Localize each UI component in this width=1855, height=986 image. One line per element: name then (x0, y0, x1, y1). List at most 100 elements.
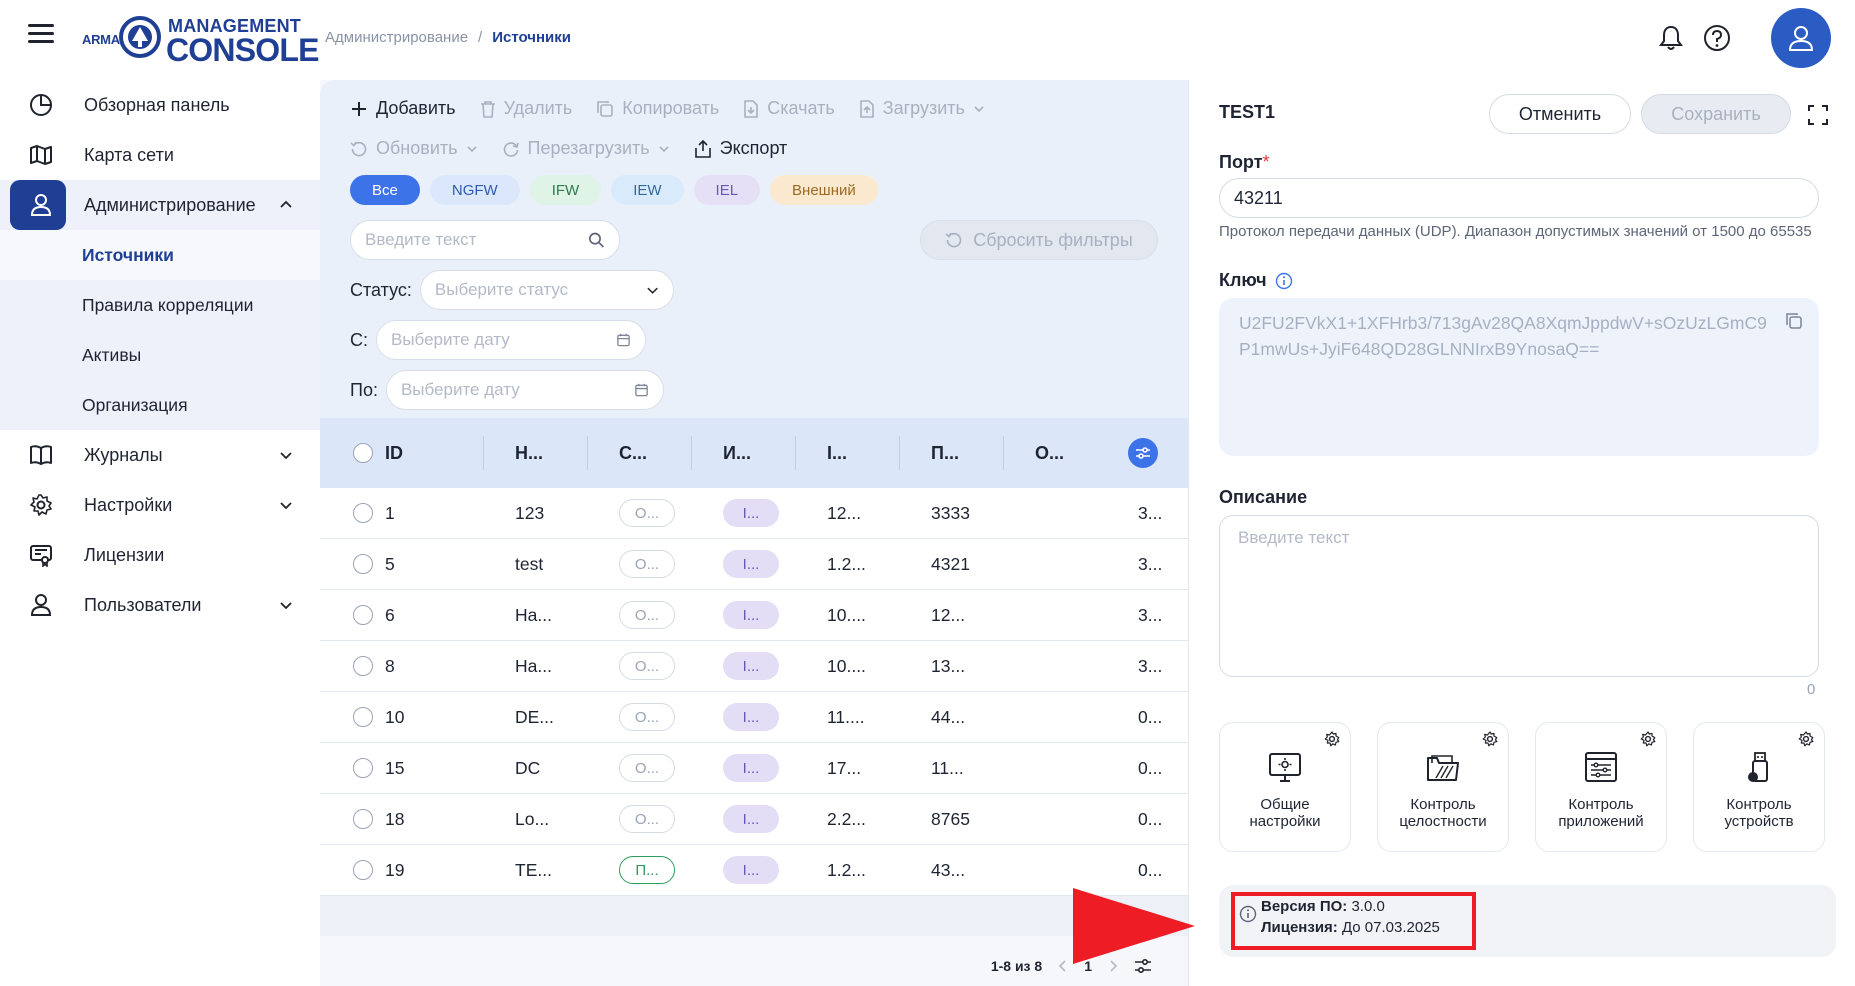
sidebar-subitem-sources[interactable]: Источники (0, 230, 320, 280)
download-button[interactable]: Скачать (743, 98, 835, 119)
folder-check-icon (1427, 755, 1459, 781)
from-date-input[interactable] (391, 330, 616, 350)
select-all-checkbox[interactable] (353, 418, 373, 488)
bell-icon[interactable] (1655, 22, 1687, 54)
sidebar-item-administration[interactable]: Администрирование (0, 180, 320, 230)
gear-icon[interactable] (1640, 731, 1656, 747)
gear-icon[interactable] (1798, 731, 1814, 747)
row-checkbox[interactable] (353, 641, 373, 691)
sidebar-subitem-correlation-rules[interactable]: Правила корреляции (0, 280, 320, 330)
table-row[interactable]: 15 DC О... I... 17... 11... 0... (320, 743, 1188, 794)
chip-ngfw[interactable]: NGFW (429, 175, 520, 205)
sidebar-item-journals[interactable]: Журналы (0, 430, 320, 480)
sidebar-item-settings[interactable]: Настройки (0, 480, 320, 530)
breadcrumb-administration[interactable]: Администрирование (325, 29, 468, 46)
table-row[interactable]: 5 test О... I... 1.2... 4321 3... (320, 539, 1188, 590)
table-row[interactable]: 19 TE... П... I... 1.2... 43... 0... (320, 845, 1188, 896)
row-checkbox[interactable] (353, 488, 373, 538)
table-row[interactable]: 18 Lo... О... I... 2.2... 8765 0... (320, 794, 1188, 845)
column-header-name[interactable]: Н... (515, 418, 543, 488)
key-value[interactable]: U2FU2FVkX1+1XFHrb3/713gAv28QA8XqmJppdwV+… (1239, 313, 1767, 359)
port-field[interactable]: 43211 (1219, 178, 1819, 218)
column-header-status[interactable]: С... (619, 418, 647, 488)
table-row[interactable]: 6 На... О... I... 10.... 12... 3... (320, 590, 1188, 641)
table-row[interactable]: 8 На... О... I... 10.... 13... 3... (320, 641, 1188, 692)
column-header-port[interactable]: П... (931, 418, 959, 488)
sources-list-panel: Добавить Удалить Копировать Скачать Загр… (320, 80, 1188, 986)
search-icon[interactable] (588, 231, 605, 249)
to-date-picker[interactable] (385, 370, 664, 410)
add-button[interactable]: Добавить (350, 98, 456, 119)
to-date-input[interactable] (400, 380, 634, 400)
hamburger-menu-icon[interactable] (28, 24, 54, 46)
row-checkbox[interactable] (353, 743, 373, 793)
table-row[interactable]: 10 DE... О... I... 11.... 44... 0... (320, 692, 1188, 743)
description-textarea[interactable] (1219, 515, 1819, 677)
column-header-other[interactable]: О... (1035, 418, 1064, 488)
help-icon[interactable] (1701, 22, 1733, 54)
refresh-button[interactable]: Обновить (350, 138, 478, 159)
gear-icon[interactable] (1482, 731, 1498, 747)
status-select-input[interactable] (434, 280, 646, 300)
copy-icon[interactable] (1785, 312, 1803, 330)
row-checkbox[interactable] (353, 845, 373, 895)
copy-label: Копировать (622, 98, 720, 118)
column-header-type[interactable]: И... (723, 418, 751, 488)
calendar-icon[interactable] (616, 332, 631, 348)
chip-external[interactable]: Внешний (770, 175, 878, 205)
chip-iew[interactable]: IEW (611, 175, 684, 205)
save-button[interactable]: Сохранить (1641, 94, 1791, 134)
row-cell-id: 19 (385, 859, 405, 880)
module-device-control[interactable]: Контроль устройств (1693, 722, 1825, 852)
row-checkbox[interactable] (353, 590, 373, 640)
row-cell-port: 13... (931, 655, 966, 676)
calendar-icon[interactable] (634, 382, 649, 398)
from-date-picker[interactable] (376, 320, 646, 360)
chip-all[interactable]: Все (350, 175, 420, 205)
chevron-left-icon[interactable] (1058, 960, 1068, 972)
map-icon (28, 142, 54, 168)
module-application-control[interactable]: Контроль приложений (1535, 722, 1667, 852)
row-checkbox[interactable] (353, 794, 373, 844)
copy-button[interactable]: Копировать (596, 98, 719, 119)
sidebar-item-network-map[interactable]: Карта сети (0, 130, 320, 180)
module-integrity-control[interactable]: Контроль целостности (1377, 722, 1509, 852)
chip-ifw[interactable]: IFW (529, 175, 602, 205)
sidebar-subitem-assets[interactable]: Активы (0, 330, 320, 380)
column-header-ip[interactable]: I... (827, 418, 847, 488)
sidebar-subitem-organization[interactable]: Организация (0, 380, 320, 430)
app-logo[interactable]: ARMA MANAGEMENT CONSOLE (80, 14, 319, 68)
column-header-id[interactable]: ID (385, 418, 403, 488)
sidebar-item-licenses[interactable]: Лицензии (0, 530, 320, 580)
reset-filters-button[interactable]: Сбросить фильтры (920, 220, 1158, 260)
sidebar-item-dashboard[interactable]: Обзорная панель (0, 80, 320, 130)
port-value[interactable]: 43211 (1234, 188, 1283, 209)
reload-button[interactable]: Перезагрузить (502, 138, 670, 159)
reset-filters-label: Сбросить фильтры (973, 229, 1133, 250)
row-checkbox[interactable] (353, 692, 373, 742)
delete-button[interactable]: Удалить (480, 98, 572, 119)
search-input[interactable] (365, 230, 589, 250)
row-cell-port: 8765 (931, 808, 970, 829)
type-filter-chips: Все NGFW IFW IEW IEL Внешний (350, 175, 878, 205)
column-settings-button[interactable] (1128, 418, 1158, 488)
gear-icon[interactable] (1324, 731, 1340, 747)
row-checkbox[interactable] (353, 539, 373, 589)
status-select[interactable] (419, 270, 674, 310)
dashboard-icon (28, 92, 54, 118)
sidebar: Обзорная панель Карта сети Администриров… (0, 80, 320, 630)
key-label: Ключ (1219, 270, 1293, 291)
module-general-settings[interactable]: Общие настройки (1219, 722, 1351, 852)
key-field[interactable]: U2FU2FVkX1+1XFHrb3/713gAv28QA8XqmJppdwV+… (1219, 298, 1819, 456)
row-type-badge: I... (723, 550, 779, 578)
info-icon[interactable] (1275, 272, 1293, 290)
cancel-button[interactable]: Отменить (1489, 94, 1631, 134)
fullscreen-icon[interactable] (1807, 104, 1829, 126)
export-button[interactable]: Экспорт (694, 138, 787, 159)
chip-iel[interactable]: IEL (693, 175, 761, 205)
to-date-label: По: (350, 379, 378, 400)
user-avatar[interactable] (1771, 8, 1831, 68)
sidebar-item-users[interactable]: Пользователи (0, 580, 320, 630)
table-row[interactable]: 1 123 О... I... 12... 3333 3... (320, 488, 1188, 539)
upload-button[interactable]: Загрузить (859, 98, 985, 119)
